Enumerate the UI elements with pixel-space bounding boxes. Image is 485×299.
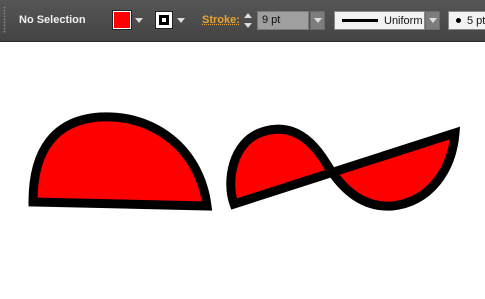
brush-definition-select[interactable]: 5 pt [448,11,485,30]
panel-grip-handle[interactable] [3,6,6,34]
chevron-down-icon [177,17,185,23]
stroke-weight-dropdown[interactable] [310,11,325,30]
profile-label: Uniform [384,14,423,27]
variable-width-profile-select[interactable]: Uniform [334,11,425,30]
decrement-arrow-icon[interactable] [244,23,252,28]
stroke-color-dropdown[interactable] [175,11,187,29]
stroke-panel-link[interactable]: Stroke: [202,14,240,26]
chevron-down-icon [313,18,322,23]
brush-definition-label: 5 pt [467,14,485,27]
illustrator-window: No Selection Stroke: 9 pt Uniform 5 pt [0,0,485,299]
chevron-down-icon [135,17,143,23]
control-bar: No Selection Stroke: 9 pt Uniform 5 pt [0,0,485,42]
stroke-weight-input[interactable]: 9 pt [257,11,309,30]
stroke-weight-stepper[interactable] [241,11,255,30]
wave-shape[interactable] [226,124,461,211]
artboard-canvas[interactable] [0,42,485,299]
half-dome-shape[interactable] [28,112,213,211]
artwork [28,112,461,211]
fill-color-dropdown[interactable] [133,11,145,29]
increment-arrow-icon[interactable] [244,13,252,18]
stroke-swatch-icon [159,15,169,25]
chevron-down-icon [428,18,437,23]
selection-status-label: No Selection [19,14,86,26]
brush-dot-icon [456,18,461,23]
uniform-line-icon [342,19,378,22]
fill-color-swatch[interactable] [112,10,132,30]
stroke-color-swatch[interactable] [155,11,173,29]
profile-dropdown-button[interactable] [425,11,440,30]
